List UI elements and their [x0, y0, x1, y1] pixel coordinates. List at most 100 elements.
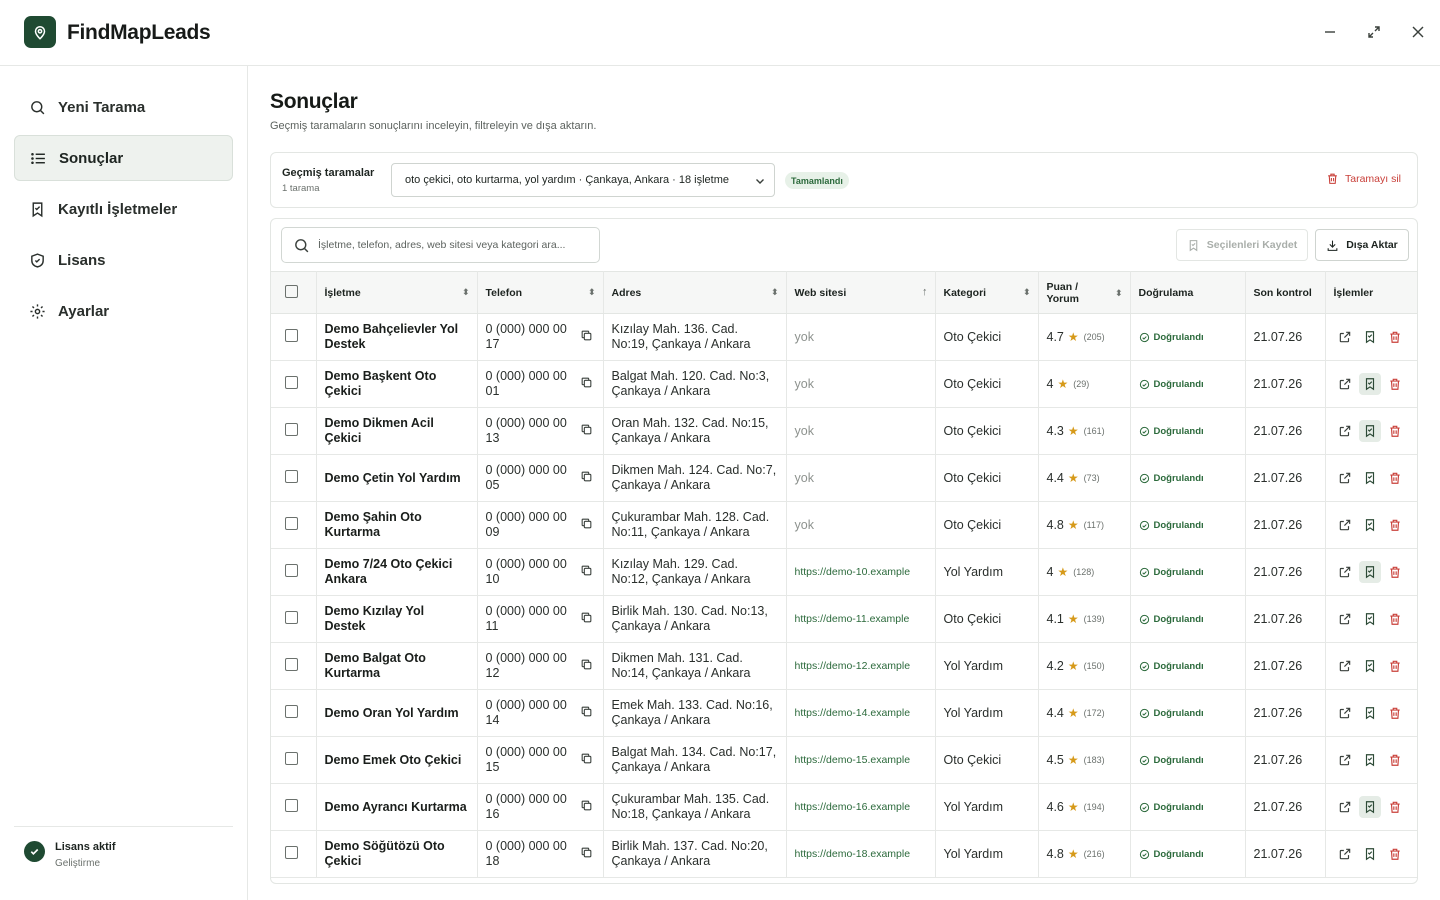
open-external-icon[interactable]	[1334, 514, 1356, 536]
column-rating[interactable]: Puan / Yorum ⬍	[1038, 271, 1131, 314]
table-row[interactable]: Demo Bahçelievler Yol Destek 0 (000) 000 …	[271, 313, 1417, 361]
table-row[interactable]: Demo Kızılay Yol Destek 0 (000) 000 00 11…	[271, 595, 1417, 643]
delete-trash-icon[interactable]	[1384, 843, 1406, 865]
column-business[interactable]: İşletme ⬍	[316, 271, 478, 314]
copy-icon[interactable]	[580, 423, 593, 440]
row-checkbox[interactable]	[285, 845, 298, 859]
open-external-icon[interactable]	[1334, 608, 1356, 630]
row-checkbox-cell[interactable]	[271, 454, 317, 502]
save-bookmark-icon[interactable]	[1358, 420, 1381, 442]
copy-icon[interactable]	[580, 611, 593, 628]
row-checkbox-cell[interactable]	[271, 783, 317, 831]
maximize-icon[interactable]	[1364, 22, 1384, 42]
delete-trash-icon[interactable]	[1384, 561, 1406, 583]
copy-icon[interactable]	[580, 752, 593, 769]
sidebar-item-new-scan[interactable]: Yeni Tarama	[14, 84, 233, 130]
save-bookmark-icon[interactable]	[1359, 467, 1381, 489]
row-checkbox[interactable]	[285, 375, 298, 389]
row-checkbox[interactable]	[285, 516, 298, 530]
row-checkbox-cell[interactable]	[271, 642, 317, 690]
open-external-icon[interactable]	[1334, 702, 1356, 724]
table-row[interactable]: Demo Ayrancı Kurtarma 0 (000) 000 00 16 Çu…	[271, 783, 1417, 831]
table-row[interactable]: Demo Balgat Oto Kurtarma 0 (000) 000 00 1…	[271, 642, 1417, 690]
sidebar-item-results[interactable]: Sonuçlar	[14, 135, 233, 181]
open-external-icon[interactable]	[1334, 373, 1356, 395]
website-cell[interactable]: https://demo-10.example	[786, 548, 936, 596]
export-button[interactable]: Dışa Aktar	[1315, 229, 1409, 261]
website-link[interactable]: https://demo-15.example	[795, 754, 911, 766]
table-row[interactable]: Demo Söğütözü Oto Çekici 0 (000) 000 00 1…	[271, 830, 1417, 878]
scan-select[interactable]: oto çekici, oto kurtarma, yol yardım · Ç…	[391, 163, 775, 197]
delete-trash-icon[interactable]	[1384, 749, 1406, 771]
save-bookmark-icon[interactable]	[1359, 608, 1381, 630]
website-cell[interactable]: https://demo-12.example	[786, 642, 936, 690]
copy-icon[interactable]	[580, 376, 593, 393]
row-checkbox[interactable]	[285, 798, 298, 812]
delete-trash-icon[interactable]	[1384, 702, 1406, 724]
row-checkbox-cell[interactable]	[271, 830, 317, 878]
copy-icon[interactable]	[580, 658, 593, 675]
open-external-icon[interactable]	[1334, 420, 1356, 442]
table-row[interactable]: Demo Dikmen Acil Çekici 0 (000) 000 00 13…	[271, 407, 1417, 455]
delete-trash-icon[interactable]	[1384, 608, 1406, 630]
open-external-icon[interactable]	[1334, 843, 1356, 865]
copy-icon[interactable]	[580, 799, 593, 816]
delete-trash-icon[interactable]	[1384, 655, 1406, 677]
table-row[interactable]: Demo Oran Yol Yardım 0 (000) 000 00 14 Eme…	[271, 689, 1417, 737]
website-cell[interactable]: https://demo-16.example	[786, 783, 936, 831]
sidebar-item-license[interactable]: Lisans	[14, 237, 233, 283]
website-link[interactable]: https://demo-18.example	[795, 848, 911, 860]
column-category[interactable]: Kategori ⬍	[935, 271, 1039, 314]
row-checkbox-cell[interactable]	[271, 689, 317, 737]
row-checkbox[interactable]	[285, 610, 298, 624]
delete-trash-icon[interactable]	[1384, 326, 1406, 348]
save-bookmark-icon[interactable]	[1358, 373, 1381, 395]
minimize-icon[interactable]	[1320, 22, 1340, 42]
delete-trash-icon[interactable]	[1384, 467, 1406, 489]
website-link[interactable]: https://demo-11.example	[795, 613, 910, 625]
save-selected-button[interactable]: Seçilenleri Kaydet	[1176, 229, 1308, 261]
copy-icon[interactable]	[580, 470, 593, 487]
copy-icon[interactable]	[580, 329, 593, 346]
save-bookmark-icon[interactable]	[1359, 655, 1381, 677]
open-external-icon[interactable]	[1334, 467, 1356, 489]
search-input[interactable]: İşletme, telefon, adres, web sitesi veya…	[281, 227, 600, 263]
copy-icon[interactable]	[580, 846, 593, 863]
copy-icon[interactable]	[580, 705, 593, 722]
open-external-icon[interactable]	[1334, 326, 1356, 348]
open-external-icon[interactable]	[1334, 796, 1356, 818]
website-cell[interactable]: https://demo-14.example	[786, 689, 936, 737]
copy-icon[interactable]	[580, 564, 593, 581]
website-cell[interactable]: https://demo-18.example	[786, 830, 936, 878]
sidebar-item-saved-businesses[interactable]: Kayıtlı İşletmeler	[14, 186, 233, 232]
delete-trash-icon[interactable]	[1384, 514, 1406, 536]
column-phone[interactable]: Telefon ⬍	[477, 271, 604, 314]
sidebar-item-settings[interactable]: Ayarlar	[14, 288, 233, 334]
row-checkbox-cell[interactable]	[271, 501, 317, 549]
open-external-icon[interactable]	[1334, 561, 1356, 583]
copy-icon[interactable]	[580, 517, 593, 534]
row-checkbox[interactable]	[285, 657, 298, 671]
delete-trash-icon[interactable]	[1384, 373, 1406, 395]
row-checkbox-cell[interactable]	[271, 736, 317, 784]
website-link[interactable]: https://demo-10.example	[795, 566, 911, 578]
row-checkbox-cell[interactable]	[271, 313, 317, 361]
row-checkbox-cell[interactable]	[271, 360, 317, 408]
website-cell[interactable]: https://demo-11.example	[786, 595, 936, 643]
save-bookmark-icon[interactable]	[1359, 843, 1381, 865]
delete-trash-icon[interactable]	[1384, 796, 1406, 818]
row-checkbox[interactable]	[285, 469, 298, 483]
table-row[interactable]: Demo Başkent Oto Çekici 0 (000) 000 00 01…	[271, 360, 1417, 408]
delete-scan-button[interactable]: Taramayı sil	[1326, 172, 1401, 185]
open-external-icon[interactable]	[1334, 749, 1356, 771]
select-all-checkbox[interactable]	[285, 284, 298, 298]
table-row[interactable]: Demo Emek Oto Çekici 0 (000) 000 00 15 Bal…	[271, 736, 1417, 784]
save-bookmark-icon[interactable]	[1359, 749, 1381, 771]
row-checkbox-cell[interactable]	[271, 407, 317, 455]
row-checkbox[interactable]	[285, 422, 298, 436]
table-row[interactable]: Demo Şahin Oto Kurtarma 0 (000) 000 00 09…	[271, 501, 1417, 549]
open-external-icon[interactable]	[1334, 655, 1356, 677]
row-checkbox[interactable]	[285, 751, 298, 765]
save-bookmark-icon[interactable]	[1359, 702, 1381, 724]
website-link[interactable]: https://demo-12.example	[795, 660, 911, 672]
